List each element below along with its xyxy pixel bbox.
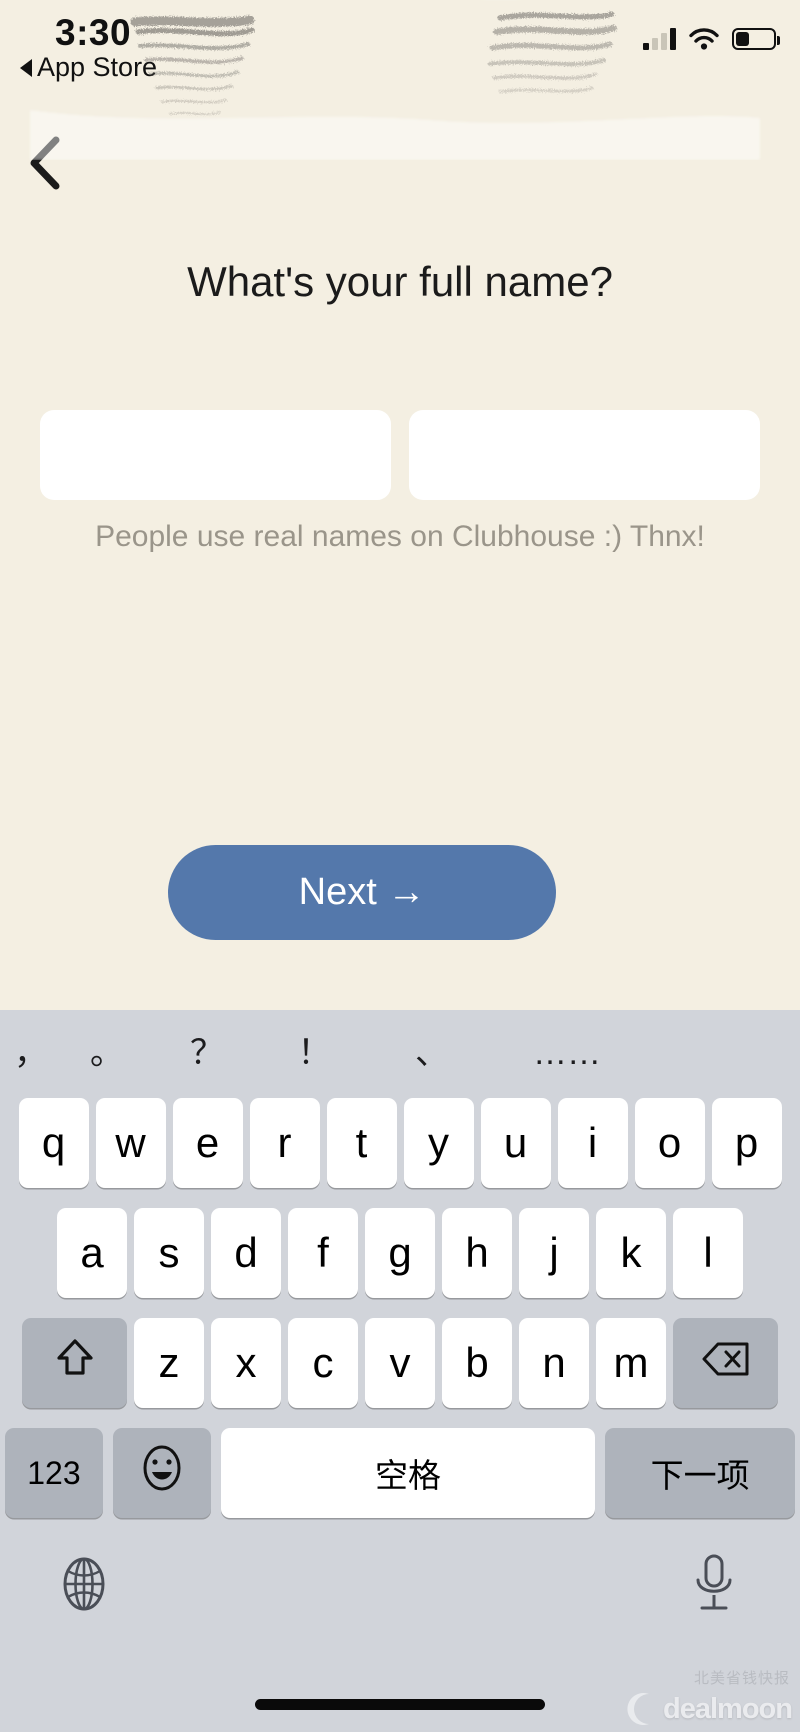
key-j[interactable]: j (519, 1208, 589, 1298)
punctuation-suggestion-row: ， 。 ？ ！ 、 …… (0, 1010, 800, 1095)
punct-key-question[interactable]: ？ (152, 1036, 262, 1070)
space-key[interactable]: 空格 (220, 1428, 596, 1518)
numbers-key[interactable]: 123 (5, 1428, 103, 1518)
ios-keyboard: ， 。 ？ ！ 、 …… q w e r t y u i o p a s d f… (0, 1010, 800, 1732)
backspace-key[interactable] (673, 1318, 778, 1408)
emoji-key[interactable] (112, 1428, 211, 1518)
punct-key-exclaim[interactable]: ！ (262, 1036, 367, 1070)
keyboard-row-4: 123 空格 下一项 (0, 1428, 800, 1518)
key-o[interactable]: o (634, 1098, 705, 1188)
name-fields (40, 410, 760, 500)
return-to-app-store[interactable]: App Store (20, 52, 157, 83)
moon-logo-icon (627, 1693, 650, 1725)
return-app-label: App Store (37, 52, 158, 82)
helper-text: People use real names on Clubhouse :) Th… (95, 520, 705, 553)
microphone-icon (690, 1554, 738, 1619)
key-q[interactable]: q (18, 1098, 89, 1188)
key-l[interactable]: l (673, 1208, 743, 1298)
key-z[interactable]: z (134, 1318, 204, 1408)
first-name-input[interactable] (40, 410, 391, 500)
key-e[interactable]: e (172, 1098, 243, 1188)
back-triangle-icon (20, 58, 32, 77)
key-u[interactable]: u (480, 1098, 551, 1188)
wifi-icon (689, 28, 719, 50)
next-button[interactable]: Next → (168, 845, 556, 940)
cellular-bars-icon (643, 28, 676, 50)
punct-key-enumcomma[interactable]: 、 (367, 1036, 497, 1070)
punct-key-period[interactable]: 。 (62, 1036, 152, 1070)
key-x[interactable]: x (211, 1318, 281, 1408)
battery-icon (732, 28, 780, 50)
key-i[interactable]: i (557, 1098, 628, 1188)
key-k[interactable]: k (596, 1208, 666, 1298)
punct-key-comma[interactable]: ， (0, 1036, 62, 1070)
key-c[interactable]: c (288, 1318, 358, 1408)
keyboard-row-1: q w e r t y u i o p (0, 1098, 800, 1188)
shift-key[interactable] (22, 1318, 127, 1408)
status-bar-icons (643, 28, 780, 50)
shift-arrow-icon (55, 1337, 95, 1389)
globe-icon (58, 1557, 110, 1617)
home-indicator[interactable] (255, 1699, 545, 1710)
key-s[interactable]: s (134, 1208, 204, 1298)
punct-key-ellipsis[interactable]: …… (497, 1036, 637, 1070)
key-f[interactable]: f (288, 1208, 358, 1298)
key-r[interactable]: r (249, 1098, 320, 1188)
watermark-subtitle: 北美省钱快报 (693, 1670, 790, 1687)
key-p[interactable]: p (711, 1098, 782, 1188)
page-title: What's your full name? (187, 258, 613, 305)
status-bar: 3:30 App Store (0, 0, 800, 100)
key-v[interactable]: v (365, 1318, 435, 1408)
key-g[interactable]: g (365, 1208, 435, 1298)
app-screen: 3:30 App Store What's your full name? Pe… (0, 0, 800, 1010)
key-d[interactable]: d (211, 1208, 281, 1298)
watermark: dealmoon (625, 1692, 793, 1726)
key-w[interactable]: w (95, 1098, 166, 1188)
emoji-smiley-icon (140, 1444, 184, 1502)
microphone-key[interactable] (690, 1553, 738, 1620)
watermark-brand: dealmoon (663, 1693, 793, 1725)
globe-key[interactable] (58, 1555, 110, 1618)
key-t[interactable]: t (326, 1098, 397, 1188)
key-y[interactable]: y (403, 1098, 474, 1188)
keyboard-bottom-row (0, 1535, 800, 1655)
status-bar-time: 3:30 (55, 12, 132, 53)
keyboard-row-3: z x c v b n m (0, 1318, 800, 1408)
keyboard-row-2: a s d f g h j k l (0, 1208, 800, 1298)
enter-next-field-key[interactable]: 下一项 (605, 1428, 795, 1518)
backspace-icon (702, 1339, 750, 1387)
key-h[interactable]: h (442, 1208, 512, 1298)
key-m[interactable]: m (596, 1318, 666, 1408)
key-b[interactable]: b (442, 1318, 512, 1408)
back-button[interactable] (16, 133, 76, 193)
key-n[interactable]: n (519, 1318, 589, 1408)
last-name-input[interactable] (409, 410, 760, 500)
chevron-left-icon (26, 136, 66, 190)
key-a[interactable]: a (57, 1208, 127, 1298)
